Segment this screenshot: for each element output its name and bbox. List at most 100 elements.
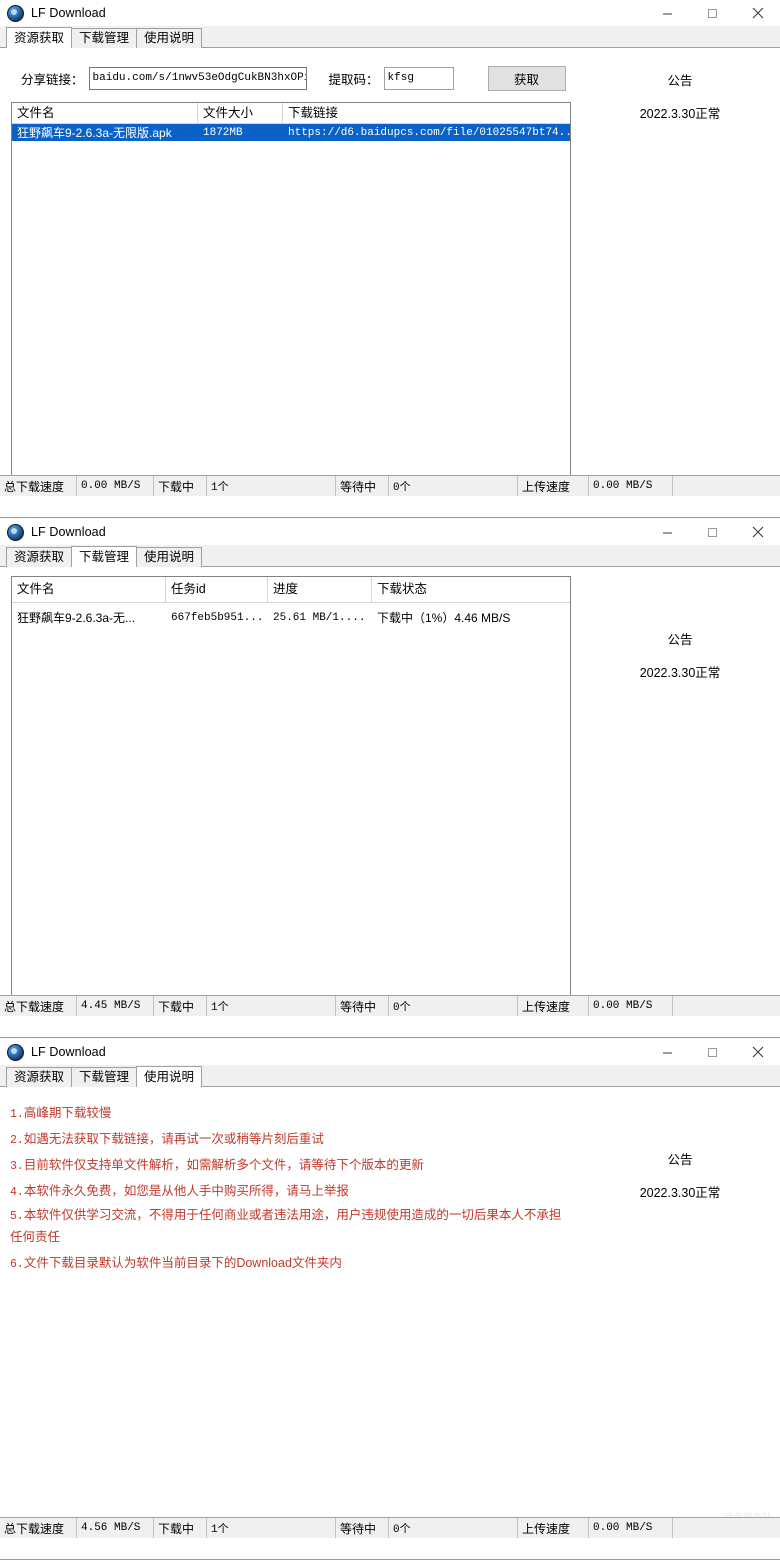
close-icon[interactable]: [735, 1039, 780, 1065]
help-line-number: 4.: [10, 1186, 24, 1199]
status-filler: [673, 476, 780, 496]
titlebar: LF Download: [0, 519, 780, 545]
status-downloading-label: 下载中: [154, 476, 207, 496]
share-link-label: 分享链接：: [21, 72, 84, 87]
close-icon[interactable]: [735, 519, 780, 545]
share-link-input[interactable]: baidu.com/s/1nwv53eOdgCukBN3hxOPi1w: [88, 66, 307, 90]
column-header-status[interactable]: 下载状态: [372, 577, 570, 602]
tab-help[interactable]: 使用说明: [136, 28, 203, 48]
tab-resource-fetch[interactable]: 资源获取: [6, 27, 73, 49]
column-header-taskid[interactable]: 任务id: [166, 577, 268, 602]
cell-status: 下载中（1%）4.46 MB/S: [377, 611, 511, 625]
extraction-code-label: 提取码：: [328, 72, 379, 87]
status-downloading-value: 1个: [207, 1518, 336, 1538]
window-controls: [645, 519, 780, 545]
cell-filesize: 1872MB: [203, 126, 243, 139]
status-downloading-label: 下载中: [154, 1518, 207, 1538]
table-row[interactable]: 狂野飙车9-2.6.3a-无限版.apk 1872MB https://d6.b…: [12, 124, 570, 141]
close-icon[interactable]: [735, 0, 780, 26]
cell-downloadlink: https://d6.baidupcs.com/file/01025547bt7…: [288, 126, 570, 139]
help-line-number: 6.: [10, 1258, 24, 1271]
notice-title: 公告: [667, 74, 693, 88]
resource-list[interactable]: 文件名 文件大小 下载链接 狂野飙车9-2.6.3a-无限版.apk 1872M…: [11, 102, 571, 476]
status-total-speed-label: 总下载速度: [0, 476, 77, 496]
notice-body: 2022.3.30正常: [639, 1186, 721, 1200]
status-waiting-value: 0个: [389, 1518, 518, 1538]
tab-resource-fetch[interactable]: 资源获取: [6, 1067, 73, 1087]
tab-help[interactable]: 使用说明: [136, 547, 203, 567]
help-line-1: 1.高峰期下载较慢: [10, 1101, 570, 1127]
app-logo-icon: [7, 1043, 24, 1061]
help-panel: 公告 2022.3.30正常 1.高峰期下载较慢 2.如遇无法获取下载链接，请再…: [0, 1087, 780, 1538]
app-logo-icon: [7, 523, 24, 541]
status-upload-value: 0.00 MB/S: [589, 996, 673, 1016]
cell-taskid: 667feb5b951...: [171, 612, 264, 624]
status-downloading-value: 1个: [207, 476, 336, 496]
column-header-progress[interactable]: 进度: [268, 577, 372, 602]
extraction-code-input[interactable]: kfsg: [383, 66, 454, 90]
tab-download-manage[interactable]: 下载管理: [71, 546, 138, 568]
status-bar: 总下载速度 0.00 MB/S 下载中 1个 等待中 0个 上传速度 0.00 …: [0, 475, 780, 496]
status-total-speed-label: 总下载速度: [0, 1518, 77, 1538]
help-line-text: 文件下载目录默认为软件当前目录下的Download文件夹内: [23, 1256, 342, 1270]
status-waiting-label: 等待中: [336, 1518, 389, 1538]
window-controls: [645, 0, 780, 26]
app-title: LF Download: [31, 1045, 106, 1059]
status-upload-value: 0.00 MB/S: [589, 1518, 673, 1538]
status-upload-label: 上传速度: [518, 1518, 589, 1538]
maximize-icon[interactable]: [690, 0, 735, 26]
window-download-manage: LF Download 资源获取 下载管理 使用说明 公告 2022.3.30正…: [0, 519, 780, 1038]
titlebar: LF Download: [0, 0, 780, 26]
column-header-downloadlink[interactable]: 下载链接: [283, 103, 570, 123]
help-line-number: 3.: [10, 1160, 24, 1173]
tabstrip: 资源获取 下载管理 使用说明: [0, 1065, 780, 1088]
tab-download-manage[interactable]: 下载管理: [71, 28, 138, 48]
status-waiting-value: 0个: [389, 476, 518, 496]
download-manage-panel: 公告 2022.3.30正常 文件名 任务id 进度 下载状态 狂野飙车9-2.…: [0, 567, 780, 1016]
minimize-icon[interactable]: [645, 0, 690, 26]
tabstrip: 资源获取 下载管理 使用说明: [0, 26, 780, 49]
maximize-icon[interactable]: [690, 1039, 735, 1065]
tab-help[interactable]: 使用说明: [136, 1066, 203, 1088]
help-line-number: 1.: [10, 1108, 24, 1121]
maximize-icon[interactable]: [690, 519, 735, 545]
status-total-speed-label: 总下载速度: [0, 996, 77, 1016]
status-downloading-value: 1个: [207, 996, 336, 1016]
help-line-2: 2.如遇无法获取下载链接，请再试一次或稍等片刻后重试: [10, 1127, 570, 1153]
tab-download-manage[interactable]: 下载管理: [71, 1067, 138, 1087]
window-help: LF Download 资源获取 下载管理 使用说明 公告 2022.3.30正…: [0, 1039, 780, 1560]
app-title: LF Download: [31, 525, 106, 539]
status-filler: [673, 996, 780, 1016]
column-header-filename[interactable]: 文件名: [12, 103, 198, 123]
status-downloading-label: 下载中: [154, 996, 207, 1016]
resource-fetch-panel: 分享链接： baidu.com/s/1nwv53eOdgCukBN3hxOPi1…: [0, 48, 780, 496]
status-total-speed-value: 4.56 MB/S: [77, 1518, 154, 1538]
table-row[interactable]: 狂野飙车9-2.6.3a-无... 667feb5b951... 25.61 M…: [12, 608, 570, 628]
get-button[interactable]: 获取: [487, 65, 566, 91]
notice-body: 2022.3.30正常: [639, 107, 721, 121]
status-waiting-label: 等待中: [336, 476, 389, 496]
notice-title: 公告: [667, 1153, 693, 1167]
status-waiting-value: 0个: [389, 996, 518, 1016]
help-text-list: 1.高峰期下载较慢 2.如遇无法获取下载链接，请再试一次或稍等片刻后重试 3.目…: [10, 1101, 570, 1277]
window-controls: [645, 1039, 780, 1065]
tab-resource-fetch[interactable]: 资源获取: [6, 547, 73, 567]
app-logo-icon: [7, 4, 24, 22]
app-title: LF Download: [31, 6, 106, 20]
help-line-text: 本软件永久免费，如您是从他人手中购买所得，请马上举报: [23, 1184, 349, 1198]
status-upload-label: 上传速度: [518, 996, 589, 1016]
column-header-filename[interactable]: 文件名: [12, 577, 166, 602]
help-line-text: 本软件仅供学习交流，不得用于任何商业或者违法用途，用户违规使用造成的一切后果本人…: [10, 1208, 562, 1244]
cell-filename: 狂野飙车9-2.6.3a-无限版.apk: [17, 125, 172, 140]
help-line-5: 5.本软件仅供学习交流，不得用于任何商业或者违法用途，用户违规使用造成的一切后果…: [10, 1205, 570, 1247]
status-bar: 总下载速度 4.56 MB/S 下载中 1个 等待中 0个 上传速度 0.00 …: [0, 1517, 780, 1538]
help-line-4: 4.本软件永久免费，如您是从他人手中购买所得，请马上举报: [10, 1179, 570, 1205]
help-line-3: 3.目前软件仅支持单文件解析，如需解析多个文件，请等待下个版本的更新: [10, 1153, 570, 1179]
help-line-number: 2.: [10, 1134, 24, 1147]
minimize-icon[interactable]: [645, 519, 690, 545]
titlebar: LF Download: [0, 1039, 780, 1065]
status-upload-value: 0.00 MB/S: [589, 476, 673, 496]
minimize-icon[interactable]: [645, 1039, 690, 1065]
column-header-filesize[interactable]: 文件大小: [198, 103, 283, 123]
download-list[interactable]: 文件名 任务id 进度 下载状态 狂野飙车9-2.6.3a-无... 667fe…: [11, 576, 571, 1003]
